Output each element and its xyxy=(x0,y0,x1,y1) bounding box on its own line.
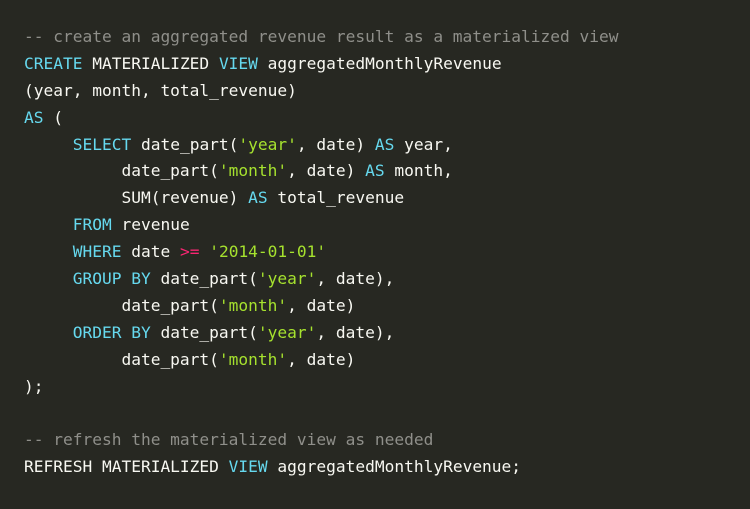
code-token-plain: , date), xyxy=(316,322,395,342)
code-token-plain: (year, month, total_revenue) xyxy=(24,80,297,100)
code-line: SUM(revenue) AS total_revenue xyxy=(24,185,619,212)
code-token-plain: aggregatedMonthlyRevenue xyxy=(257,53,502,73)
code-token-keyword: VIEW xyxy=(218,53,258,73)
code-token-plain: month, xyxy=(384,161,453,181)
code-line: -- create an aggregated revenue result a… xyxy=(24,24,619,51)
code-token-plain: date_part( xyxy=(24,161,219,181)
code-token-plain: , date), xyxy=(316,269,395,289)
code-token-keyword: FROM xyxy=(72,215,112,235)
code-line: CREATE MATERIALIZED VIEW aggregatedMonth… xyxy=(24,51,619,78)
code-line: -- refresh the materialized view as need… xyxy=(24,427,619,454)
code-token-plain: REFRESH MATERIALIZED xyxy=(24,457,229,477)
code-token-keyword: AS xyxy=(248,188,268,208)
code-token-plain: total_revenue xyxy=(267,188,405,208)
code-token-plain: year, xyxy=(394,134,453,154)
code-line: date_part('month', date) xyxy=(24,347,619,374)
code-token-plain: revenue xyxy=(111,215,190,235)
code-token-keyword: SELECT xyxy=(72,134,132,154)
code-token-plain: SUM(revenue) xyxy=(24,188,249,208)
code-line: (year, month, total_revenue) xyxy=(24,78,619,105)
code-token-operator: >= xyxy=(179,242,200,262)
code-line: ); xyxy=(24,374,619,401)
code-token-plain: date_part( xyxy=(131,134,239,154)
code-line: FROM revenue xyxy=(24,212,619,239)
code-line: REFRESH MATERIALIZED VIEW aggregatedMont… xyxy=(24,454,619,481)
code-token-plain: date_part( xyxy=(150,269,258,289)
code-token-keyword: CREATE xyxy=(24,53,83,73)
code-token-plain: MATERIALIZED xyxy=(82,53,219,73)
code-line: SELECT date_part('year', date) AS year, xyxy=(24,132,619,159)
code-token-comment: -- refresh the materialized view as need… xyxy=(24,430,434,450)
code-token-plain: date_part( xyxy=(24,349,219,369)
code-token-keyword: AS xyxy=(374,134,395,154)
code-line: ORDER BY date_part('year', date), xyxy=(24,320,619,347)
code-token-plain: aggregatedMonthlyRevenue; xyxy=(267,457,522,477)
code-token-plain: date_part( xyxy=(24,295,219,315)
code-token-plain: , date) xyxy=(296,134,375,154)
code-line: AS ( xyxy=(24,105,619,132)
code-line: WHERE date >= '2014-01-01' xyxy=(24,239,619,266)
code-token-plain: , date) xyxy=(287,161,366,181)
code-token-string: 'year' xyxy=(257,269,317,289)
code-token-keyword: AS xyxy=(24,107,44,127)
code-token-string: 'year' xyxy=(238,134,297,154)
code-line: date_part('month', date) xyxy=(24,293,619,320)
code-token-keyword: AS xyxy=(365,161,385,181)
code-editor: -- create an aggregated revenue result a… xyxy=(0,0,750,509)
code-token-string: '2014-01-01' xyxy=(209,242,327,262)
code-token-plain: ); xyxy=(24,376,44,396)
sql-code-block[interactable]: -- create an aggregated revenue result a… xyxy=(24,24,619,481)
code-token-plain: date xyxy=(121,242,180,262)
code-token-keyword: GROUP BY xyxy=(72,269,151,289)
code-token-keyword: ORDER BY xyxy=(72,322,151,342)
code-token-string: 'year' xyxy=(257,322,317,342)
code-token-string: 'month' xyxy=(218,295,288,315)
code-token-string: 'month' xyxy=(218,349,288,369)
code-token-plain: date_part( xyxy=(150,322,258,342)
code-token-plain: , date) xyxy=(287,295,356,315)
code-token-plain: ( xyxy=(43,107,63,127)
code-line: date_part('month', date) AS month, xyxy=(24,158,619,185)
code-token-string: 'month' xyxy=(218,161,288,181)
code-token-comment: -- create an aggregated revenue result a… xyxy=(24,27,619,46)
code-line: GROUP BY date_part('year', date), xyxy=(24,266,619,293)
code-token-keyword: VIEW xyxy=(228,457,268,477)
code-token-plain: , date) xyxy=(287,349,356,369)
code-token-keyword: WHERE xyxy=(72,242,122,262)
